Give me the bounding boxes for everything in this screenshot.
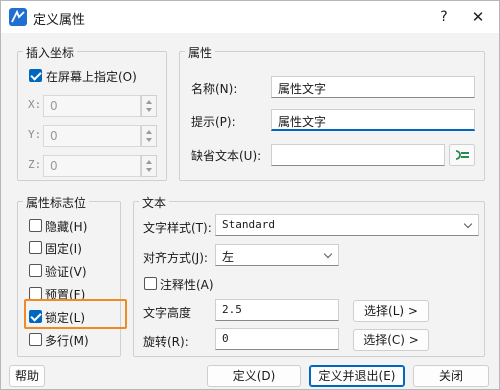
justify-label: 对齐方式(J): [143,251,208,265]
specify-on-screen-checkbox[interactable] [29,69,42,82]
rotation-label: 旋转(R): [143,335,189,349]
prompt-label: 提示(P): [191,115,236,129]
invisible-label: 隐藏(H) [45,220,88,234]
constant-checkbox[interactable] [29,241,42,254]
mode-flags-legend: 属性标志位 [23,194,90,211]
multiline-label: 多行(M) [45,334,89,348]
title-bar: 定义属性 ? ✕ [1,1,499,33]
dialog-title: 定义属性 [33,13,86,28]
z-input[interactable]: 0 [43,155,141,177]
z-label: Z: [28,158,42,171]
justify-select[interactable]: 左 [215,244,339,266]
chevron-down-icon [323,249,333,259]
close-button[interactable]: 关闭 [413,365,489,387]
x-label: X: [28,98,42,111]
z-spinner[interactable] [141,155,157,177]
define-and-exit-button[interactable]: 定义并退出(E) [309,365,405,387]
text-style-value: Standard [222,218,275,231]
justify-value: 左 [222,250,235,264]
insertion-point-legend: 插入坐标 [23,44,78,61]
multiline-checkbox[interactable] [29,333,42,346]
verify-checkbox[interactable] [29,264,42,277]
insert-field-icon[interactable] [449,144,475,166]
help-button[interactable]: 帮助 [9,365,45,387]
constant-label: 固定(I) [45,242,82,256]
tag-input[interactable]: 属性文字 [271,76,475,98]
define-button[interactable]: 定义(D) [207,365,301,387]
define-attribute-dialog: 定义属性 ? ✕ 插入坐标 在屏幕上指定(O) X: 0 Y: 0 Z: 0 属… [0,0,500,390]
invisible-checkbox[interactable] [29,219,42,232]
pick-rotation-button[interactable]: 选择(C) > [353,329,429,351]
x-spinner[interactable] [141,95,157,117]
x-input[interactable]: 0 [43,95,141,117]
text-height-input[interactable]: 2.5 [215,299,339,321]
help-icon[interactable]: ? [433,7,455,27]
y-spinner[interactable] [141,125,157,147]
prompt-input[interactable]: 属性文字 [271,109,475,131]
pick-height-button[interactable]: 选择(L) > [353,300,429,322]
y-input[interactable]: 0 [43,125,141,147]
app-icon [9,8,27,26]
specify-on-screen-label: 在屏幕上指定(O) [46,70,137,84]
close-icon[interactable]: ✕ [467,7,489,27]
text-height-label: 文字高度 [143,306,192,320]
tag-label: 名称(N): [191,82,238,96]
verify-label: 验证(V) [45,265,87,279]
attribute-legend: 属性 [185,44,216,61]
lock-highlight-box [24,299,127,329]
annotative-label: 注释性(A) [160,278,214,292]
default-label: 缺省文本(U): [191,149,262,163]
y-label: Y: [28,128,42,141]
rotation-input[interactable]: 0 [215,328,339,350]
text-style-label: 文字样式(T): [143,221,212,235]
chevron-down-icon [463,219,473,229]
text-settings-legend: 文本 [139,194,170,211]
default-input[interactable] [271,144,445,166]
text-style-select[interactable]: Standard [215,214,479,236]
annotative-checkbox[interactable] [144,277,157,290]
